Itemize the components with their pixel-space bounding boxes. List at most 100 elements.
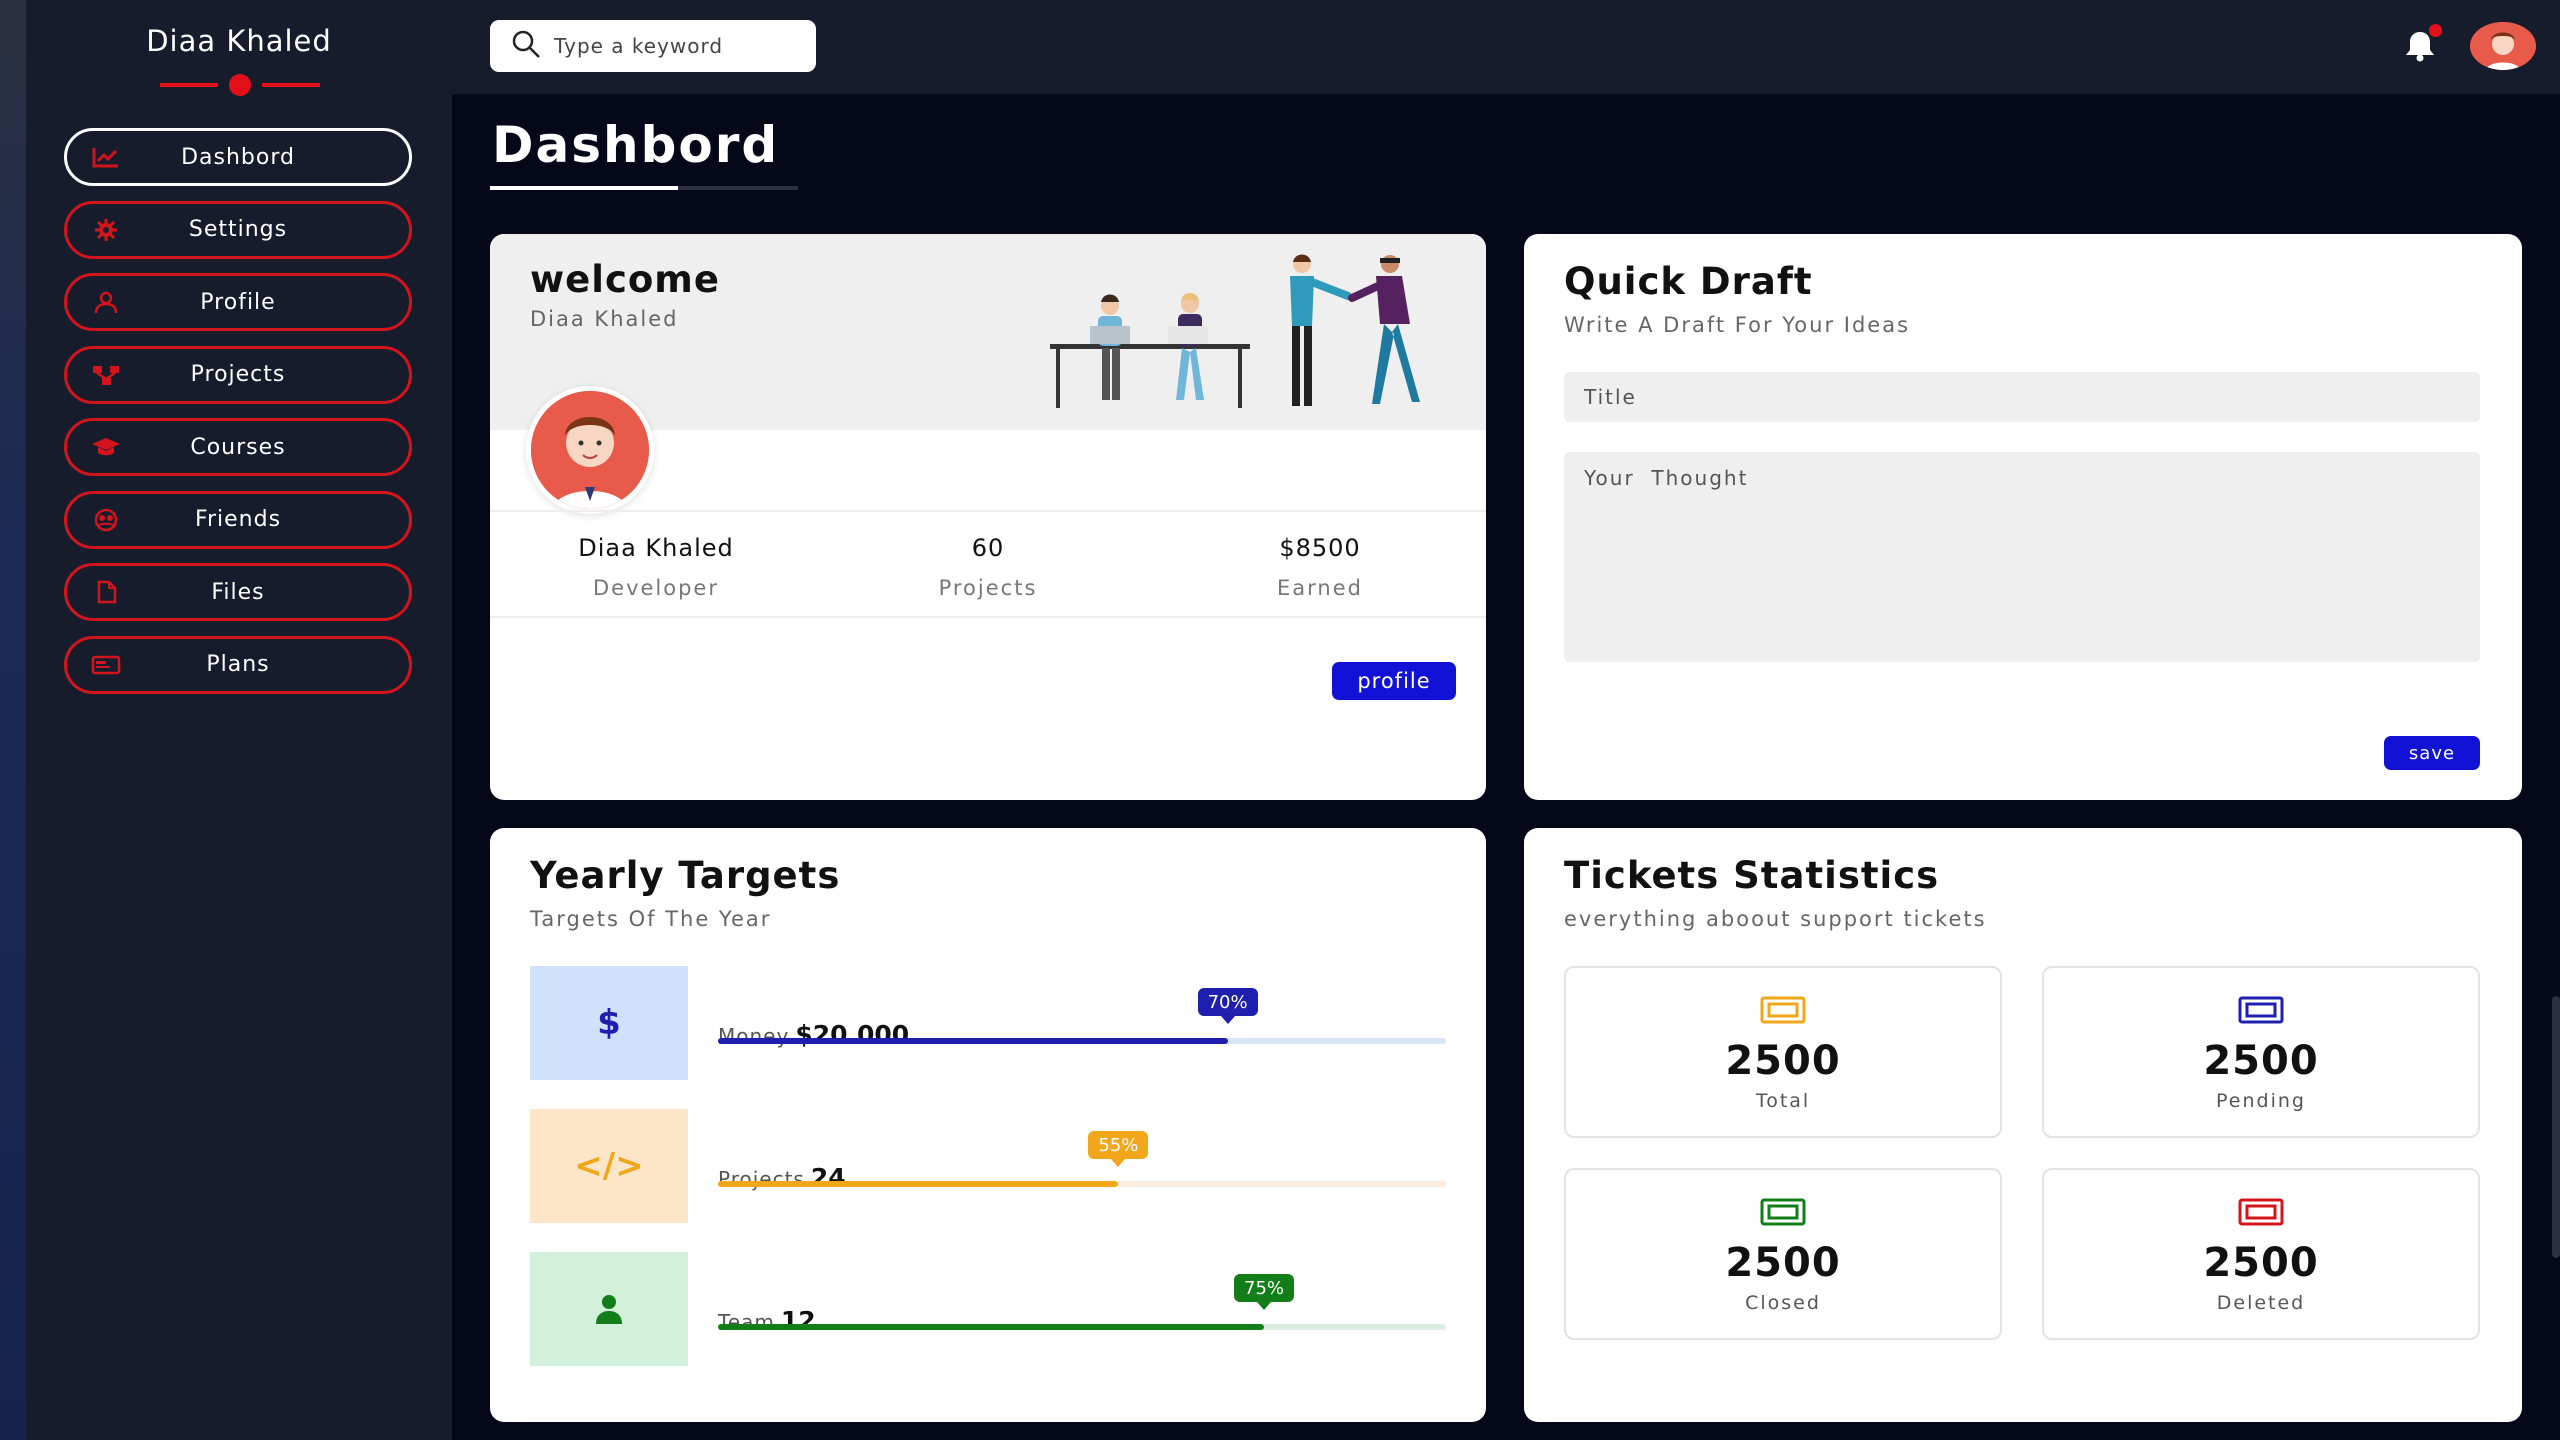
tickets-title: Tickets Statistics: [1564, 854, 1940, 897]
topbar: [452, 0, 2560, 94]
target-label: Projects: [718, 1167, 805, 1191]
page-title: Dashbord: [492, 116, 780, 174]
welcome-name: Diaa Khaled: [530, 307, 679, 331]
window-edge: [0, 0, 26, 1440]
welcome-hero: welcome Diaa Khaled: [490, 234, 1486, 430]
save-button[interactable]: save: [2384, 736, 2480, 770]
avatar[interactable]: [2470, 22, 2536, 70]
welcome-stats: Diaa Khaled Developer 60 Projects $8500 …: [490, 510, 1486, 618]
ticket-stat-pending: 2500 Pending: [2042, 966, 2480, 1138]
ticket-label: Pending: [2216, 1090, 2306, 1112]
quick-draft-card: Quick Draft Write A Draft For Your Ideas…: [1524, 234, 2522, 800]
target-progress-fill: [718, 1181, 1119, 1187]
stat-label: Projects: [938, 576, 1038, 600]
brand-decoration: [160, 74, 320, 96]
stat-value: $8500: [1279, 534, 1361, 562]
draft-thought-textarea[interactable]: [1564, 452, 2480, 662]
stat-label: Earned: [1277, 576, 1363, 600]
ticket-value: 2500: [2203, 1038, 2319, 1084]
search-icon: [510, 28, 542, 64]
targets-title: Yearly Targets: [530, 854, 841, 897]
sidebar-item-settings[interactable]: Settings: [64, 200, 412, 259]
target-progress-fill: [718, 1038, 1228, 1044]
ticket-stat-closed: 2500 Closed: [1564, 1168, 2002, 1340]
profile-avatar: [526, 386, 654, 514]
sidebar-item-courses[interactable]: Courses: [64, 418, 412, 476]
ticket-label: Total: [1755, 1090, 1811, 1112]
code-icon: </>: [530, 1109, 688, 1223]
sidebar-item-label: Courses: [190, 434, 286, 460]
target-percent-badge: 70%: [1197, 988, 1258, 1016]
target-progress-fill: [718, 1324, 1264, 1330]
stat-role: Diaa Khaled Developer: [490, 512, 822, 616]
target-label: Money: [718, 1024, 790, 1048]
user-icon: [91, 290, 121, 314]
gear-icon: [91, 218, 121, 242]
target-value: 24: [810, 1163, 846, 1192]
notifications-button[interactable]: [2400, 24, 2442, 66]
search-box[interactable]: [490, 20, 816, 72]
stat-projects: 60 Projects: [822, 512, 1154, 616]
ticket-value: 2500: [1725, 1038, 1841, 1084]
tickets-statistics-card: Tickets Statistics everything aboout sup…: [1524, 828, 2522, 1422]
sidebar-item-dashboard[interactable]: Dashbord: [64, 128, 412, 186]
sidebar-item-profile[interactable]: Profile: [64, 273, 412, 331]
chart-icon: [91, 145, 121, 169]
sidebar-item-plans[interactable]: Plans: [64, 635, 412, 694]
ticket-label: Deleted: [2216, 1292, 2306, 1314]
diagram-icon: [91, 363, 121, 387]
target-row-team: Team 12 75%: [530, 1252, 1446, 1366]
sidebar-item-label: Files: [211, 579, 265, 605]
profile-button[interactable]: profile: [1332, 662, 1456, 700]
graduation-cap-icon: [91, 435, 121, 459]
target-value: 12: [780, 1306, 816, 1335]
ticket-value: 2500: [1725, 1240, 1841, 1286]
title-underline: [490, 186, 798, 190]
sidebar-item-files[interactable]: Files: [64, 563, 412, 621]
sidebar-item-label: Settings: [188, 217, 288, 242]
target-progress-track: [718, 1324, 1446, 1330]
stat-label: Developer: [592, 576, 719, 600]
page-scrollbar[interactable]: [2552, 996, 2560, 1258]
ticket-icon: [2238, 996, 2284, 1024]
brand-name: Diaa Khaled: [146, 24, 332, 58]
draft-title: Quick Draft: [1564, 260, 1813, 303]
sidebar: Diaa Khaled Dashbord Settings Profile Pr…: [26, 0, 452, 1440]
team-illustration: [1050, 254, 1420, 408]
target-row-money: $ Money $20.000 70%: [530, 966, 1446, 1080]
target-progress-track: [718, 1181, 1446, 1187]
stat-earned: $8500 Earned: [1154, 512, 1486, 616]
dollar-icon: $: [530, 966, 688, 1080]
welcome-card: welcome Diaa Khaled Diaa Khaled Develope…: [490, 234, 1486, 800]
target-percent-badge: 75%: [1233, 1274, 1295, 1302]
ticket-stat-deleted: 2500 Deleted: [2042, 1168, 2480, 1340]
file-icon: [91, 580, 121, 604]
target-percent-badge: 55%: [1088, 1131, 1149, 1159]
draft-subtitle: Write A Draft For Your Ideas: [1564, 313, 1911, 337]
ticket-icon: [1760, 1198, 1806, 1226]
tickets-subtitle: everything aboout support tickets: [1564, 907, 1987, 931]
ticket-icon: [2238, 1198, 2284, 1226]
target-progress-track: [718, 1038, 1446, 1044]
target-label: Team: [718, 1310, 775, 1334]
sidebar-item-label: Profile: [200, 289, 276, 315]
welcome-title: welcome: [530, 258, 720, 301]
targets-subtitle: Targets Of The Year: [530, 907, 772, 931]
user-icon: [530, 1252, 688, 1366]
search-input[interactable]: [554, 34, 794, 58]
target-value: $20.000: [795, 1020, 910, 1049]
sidebar-item-friends[interactable]: Friends: [64, 490, 412, 549]
ticket-value: 2500: [2203, 1240, 2319, 1286]
sidebar-item-label: Friends: [194, 507, 282, 532]
sidebar-item-label: Projects: [190, 362, 286, 387]
ticket-stat-total: 2500 Total: [1564, 966, 2002, 1138]
draft-title-input[interactable]: [1564, 372, 2480, 422]
credit-card-icon: [91, 653, 121, 677]
stat-value: 60: [971, 534, 1005, 562]
ticket-label: Closed: [1745, 1292, 1821, 1314]
target-row-projects: </> Projects 24 55%: [530, 1109, 1446, 1223]
bell-icon: [2400, 32, 2440, 70]
sidebar-nav: Dashbord Settings Profile Projects Cours…: [64, 128, 412, 708]
sidebar-item-projects[interactable]: Projects: [64, 345, 412, 404]
friends-icon: [91, 508, 121, 532]
